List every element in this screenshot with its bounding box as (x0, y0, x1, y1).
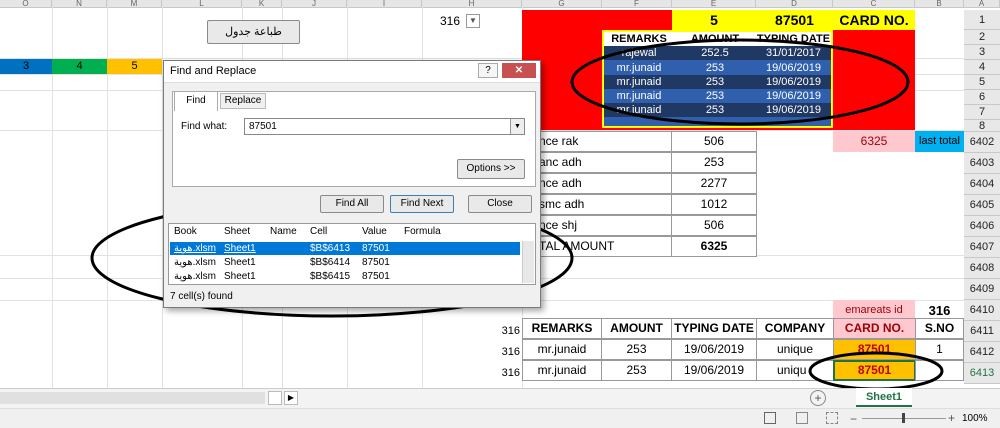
zoom-in-icon[interactable]: + (948, 411, 955, 425)
tab-sheet1[interactable]: Sheet1 (856, 388, 912, 407)
results-header-name[interactable]: Name (270, 226, 297, 237)
result-cell[interactable]: $B$6413 (310, 243, 350, 254)
scroll-left-button[interactable] (268, 391, 282, 405)
result-sheet[interactable]: Sheet1 (224, 271, 256, 282)
tab-replace[interactable]: Replace (220, 93, 266, 109)
result-value[interactable]: 87501 (362, 271, 390, 282)
results-header-book[interactable]: Book (174, 226, 197, 237)
zoom-slider-thumb[interactable] (902, 413, 905, 423)
result-cell[interactable]: $B$6414 (310, 257, 350, 268)
page-break-icon[interactable] (826, 412, 838, 424)
chevron-down-icon[interactable]: ▼ (510, 119, 524, 134)
scroll-right-icon[interactable]: ▶ (284, 391, 298, 405)
result-sheet[interactable]: Sheet1 (224, 243, 256, 254)
find-what-input[interactable]: 87501 (244, 118, 525, 135)
results-header-sheet[interactable]: Sheet (224, 226, 250, 237)
result-value[interactable]: 87501 (362, 257, 390, 268)
horizontal-scrollbar[interactable] (0, 392, 265, 404)
add-sheet-icon[interactable]: + (810, 390, 826, 406)
result-sheet[interactable]: Sheet1 (224, 257, 256, 268)
results-header-formula[interactable]: Formula (404, 226, 441, 237)
zoom-level: 100% (962, 413, 988, 424)
results-header-value[interactable]: Value (362, 226, 387, 237)
results-header-cell[interactable]: Cell (310, 226, 327, 237)
result-cell[interactable]: $B$6415 (310, 271, 350, 282)
options-button[interactable]: Options >> (457, 159, 525, 179)
result-book[interactable]: هوية.xlsm (174, 271, 216, 282)
result-value[interactable]: 87501 (362, 243, 390, 254)
status-text: 7 cell(s) found (170, 291, 233, 302)
close-icon[interactable]: ✕ (502, 63, 536, 78)
close-button[interactable]: Close (468, 195, 532, 213)
dialog-title: Find and Replace (170, 65, 257, 77)
find-replace-dialog: Find and Replace ? ✕ Find Replace Find w… (163, 60, 541, 308)
find-all-button[interactable]: Find All (320, 195, 384, 213)
zoom-out-icon[interactable]: − (850, 412, 857, 426)
results-scrollbar[interactable] (522, 241, 534, 283)
result-book[interactable]: هوية.xlsm (174, 257, 216, 268)
help-button[interactable]: ? (478, 63, 498, 78)
find-what-label: Find what: (181, 121, 228, 132)
normal-view-icon[interactable] (764, 412, 776, 424)
tab-find[interactable]: Find (174, 91, 218, 111)
result-book[interactable]: هوية.xlsm (174, 243, 216, 254)
find-next-button[interactable]: Find Next (390, 195, 454, 213)
page-layout-icon[interactable] (796, 412, 808, 424)
